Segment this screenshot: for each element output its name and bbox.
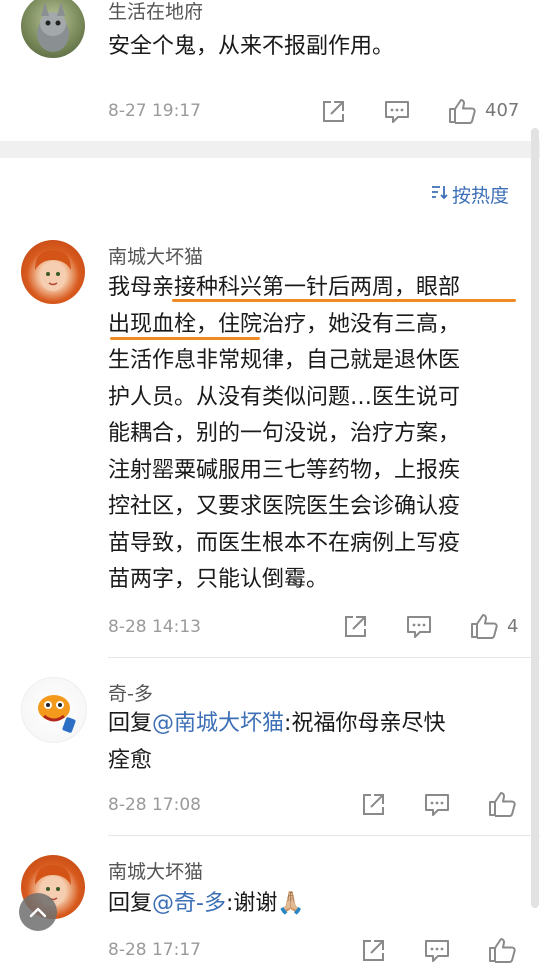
username[interactable]: 奇-多 xyxy=(108,679,153,706)
comment-line: 注射罂粟碱服用三七等药物，上报疾 xyxy=(108,457,461,483)
sort-icon xyxy=(430,183,448,206)
like-icon[interactable] xyxy=(469,612,499,640)
highlight-underline xyxy=(172,299,516,302)
comment-text: 安全个鬼，从来不报副作用。 xyxy=(108,34,395,59)
username[interactable]: 生活在地府 xyxy=(108,0,203,24)
avatar-illustration xyxy=(38,695,76,733)
share-icon[interactable] xyxy=(360,938,386,964)
sort-button[interactable]: 按热度 xyxy=(430,181,509,208)
avatar[interactable] xyxy=(21,240,85,304)
reply-content: :祝福你母亲尽快 xyxy=(284,711,446,736)
comment-icon[interactable] xyxy=(405,614,433,640)
avatar[interactable] xyxy=(21,677,87,743)
comment-line: 能耦合，别的一句没说，治疗方案， xyxy=(108,421,461,446)
reply-prefix: 回复 xyxy=(108,711,153,736)
like-icon[interactable] xyxy=(447,97,477,125)
sort-label: 按热度 xyxy=(452,185,510,207)
divider xyxy=(108,657,540,658)
comment-line: 苗导致，而医生根本不在病例上写疫 xyxy=(108,530,461,556)
comment-line: 苗两字，只能认倒霉。 xyxy=(108,567,329,592)
avatar-illustration xyxy=(35,250,71,291)
comment-icon[interactable] xyxy=(423,938,451,964)
scroll-top-button[interactable] xyxy=(19,893,57,931)
comment-line: 控社区，又要求医院医生会诊确认疫 xyxy=(108,494,461,519)
like-count: 4 xyxy=(507,616,519,637)
divider xyxy=(108,835,540,836)
reply-line: 回复@南城大坏猫:祝福你母亲尽快 xyxy=(108,706,528,743)
comment-line: 护人员。从没有类似问题…医生说可 xyxy=(108,384,461,410)
reply-text: 回复@奇-多:谢谢🙏🏼 xyxy=(108,886,528,923)
comment-time: 8-28 17:17 xyxy=(108,940,201,960)
mention-link[interactable]: @奇-多 xyxy=(152,891,226,916)
scrollbar[interactable] xyxy=(531,128,539,908)
like-count: 407 xyxy=(485,100,520,121)
avatar[interactable] xyxy=(21,0,85,58)
username[interactable]: 南城大坏猫 xyxy=(108,242,203,269)
comment-icon[interactable] xyxy=(423,792,451,818)
comment-time: 8-28 17:08 xyxy=(108,795,201,815)
comment-icon[interactable] xyxy=(383,99,411,125)
reply-content: :谢谢🙏🏼 xyxy=(225,891,305,916)
section-separator xyxy=(0,141,540,158)
reply-prefix: 回复 xyxy=(108,891,153,916)
comment-time: 8-27 19:17 xyxy=(108,101,201,121)
reply-line: 痊愈 xyxy=(108,747,153,773)
comment-time: 8-28 14:13 xyxy=(108,617,201,637)
like-icon[interactable] xyxy=(487,790,517,818)
username[interactable]: 南城大坏猫 xyxy=(108,857,203,884)
share-icon[interactable] xyxy=(360,792,386,818)
chevron-up-icon xyxy=(29,903,47,922)
highlight-underline xyxy=(110,337,260,340)
share-icon[interactable] xyxy=(320,99,346,125)
avatar-illustration xyxy=(37,2,69,52)
comment-text: 我母亲接种科兴第一针后两周，眼部 出现血栓，住院治疗，她没有三高， 生活作息非常… xyxy=(108,270,528,599)
comment-line: 生活作息非常规律，自己就是退休医 xyxy=(108,348,461,373)
reply-text: 回复@南城大坏猫:祝福你母亲尽快 痊愈 xyxy=(108,706,528,779)
share-icon[interactable] xyxy=(342,614,368,640)
mention-link[interactable]: @南城大坏猫 xyxy=(152,711,284,736)
